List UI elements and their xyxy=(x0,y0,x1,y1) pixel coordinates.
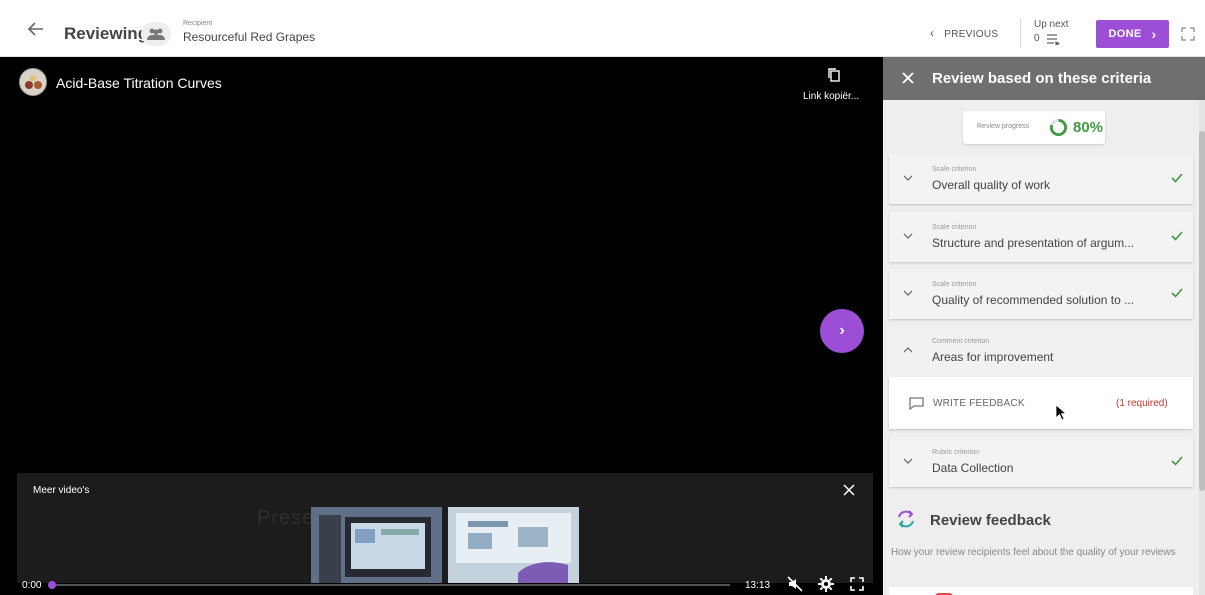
criterion-card[interactable]: Scale criterion Structure and presentati… xyxy=(889,212,1193,262)
chevron-down-icon xyxy=(903,233,913,239)
recipient-label: Recipient xyxy=(183,20,213,27)
panel-header: Review based on these criteria xyxy=(883,57,1205,100)
criterion-card[interactable]: Scale criterion Overall quality of work xyxy=(889,154,1193,204)
review-feedback-title: Review feedback xyxy=(930,512,1051,529)
group-icon xyxy=(141,22,171,46)
criterion-type: Scale criterion xyxy=(932,281,977,288)
channel-avatar[interactable] xyxy=(19,68,47,96)
review-feedback-description: How your review recipients feel about th… xyxy=(891,547,1176,558)
more-videos-label: Meer video's xyxy=(33,485,90,496)
queue-icon[interactable] xyxy=(1046,33,1060,45)
done-button[interactable]: DONE › xyxy=(1096,20,1169,48)
chevron-right-icon: › xyxy=(839,322,845,339)
chevron-up-icon xyxy=(903,347,913,353)
required-note: (1 required) xyxy=(1116,398,1168,409)
mouse-cursor-icon xyxy=(1055,404,1067,421)
fullscreen-icon[interactable] xyxy=(1181,27,1195,41)
previous-label: PREVIOUS xyxy=(944,29,999,40)
criterion-card-expanded[interactable]: Comment criterion Areas for improvement xyxy=(889,326,1193,377)
video-player[interactable]: Acid-Base Titration Curves Link kopiër..… xyxy=(0,57,883,595)
back-arrow-icon[interactable] xyxy=(26,19,46,39)
current-time: 0:00 xyxy=(22,580,42,591)
check-icon xyxy=(1171,288,1183,298)
chevron-right-icon: › xyxy=(1151,26,1157,42)
review-progress-label: Review progress xyxy=(977,123,1030,130)
criterion-type: Rubric criterion xyxy=(932,449,980,456)
review-progress-chip: Review progress 80% xyxy=(963,111,1105,144)
criterion-name: Overall quality of work xyxy=(932,178,1051,192)
comment-icon xyxy=(909,397,924,410)
close-icon[interactable] xyxy=(901,71,915,85)
criterion-type: Comment criterion xyxy=(932,338,990,345)
criterion-card[interactable]: Rubric criterion Data Collection xyxy=(889,437,1193,487)
copy-link-label[interactable]: Link kopiër... xyxy=(803,91,859,102)
panel-title: Review based on these criteria xyxy=(932,70,1152,87)
chevron-left-icon: ‹ xyxy=(930,26,935,40)
recipient-name: Resourceful Red Grapes xyxy=(183,30,316,44)
total-time: 13:13 xyxy=(745,580,771,591)
check-icon xyxy=(1171,456,1183,466)
previous-button[interactable]: ‹ PREVIOUS xyxy=(930,26,998,40)
criterion-name: Structure and presentation of argum... xyxy=(932,236,1135,250)
page-title: Reviewing xyxy=(64,24,149,43)
settings-gear-icon[interactable] xyxy=(818,576,834,592)
chevron-down-icon xyxy=(903,458,913,464)
feedback-card xyxy=(889,587,1193,595)
video-title[interactable]: Acid-Base Titration Curves xyxy=(56,75,222,91)
criteria-panel: Review based on these criteria Review pr… xyxy=(883,57,1205,595)
write-feedback-label: WRITE FEEDBACK xyxy=(933,398,1025,409)
chevron-down-icon xyxy=(903,290,913,296)
video-progress-handle[interactable] xyxy=(48,581,56,589)
criterion-name: Quality of recommended solution to ... xyxy=(932,293,1135,307)
up-next-count: 0 xyxy=(1034,33,1040,44)
video-progress-track[interactable] xyxy=(52,584,730,586)
copy-icon[interactable] xyxy=(826,67,842,83)
fullscreen-icon[interactable] xyxy=(849,576,865,592)
criterion-card[interactable]: Scale criterion Quality of recommended s… xyxy=(889,269,1193,319)
chevron-down-icon xyxy=(903,175,913,181)
video-thumbnail[interactable] xyxy=(448,507,579,583)
write-feedback-button[interactable]: WRITE FEEDBACK (1 required) xyxy=(889,377,1193,429)
criterion-name: Areas for improvement xyxy=(932,350,1054,364)
feedback-loop-icon xyxy=(898,510,914,528)
next-submission-button[interactable]: › xyxy=(820,309,864,353)
check-icon xyxy=(1171,231,1183,241)
top-bar: Reviewing Recipient Resourceful Red Grap… xyxy=(0,0,1205,57)
more-videos-panel: Meer video's Prese rdino xyxy=(17,473,873,583)
review-progress-value: 80% xyxy=(1073,119,1104,136)
done-label: DONE xyxy=(1108,28,1142,40)
close-icon[interactable] xyxy=(843,484,855,496)
criterion-name: Data Collection xyxy=(932,461,1014,475)
divider xyxy=(1020,18,1021,48)
scrollbar-thumb[interactable] xyxy=(1199,131,1205,491)
check-icon xyxy=(1171,173,1183,183)
mute-icon[interactable] xyxy=(787,576,803,592)
progress-ring-icon xyxy=(1049,118,1068,137)
up-next-label: Up next xyxy=(1034,19,1069,30)
video-thumbnail[interactable] xyxy=(311,507,442,583)
criterion-type: Scale criterion xyxy=(932,166,977,173)
criterion-type: Scale criterion xyxy=(932,224,977,231)
